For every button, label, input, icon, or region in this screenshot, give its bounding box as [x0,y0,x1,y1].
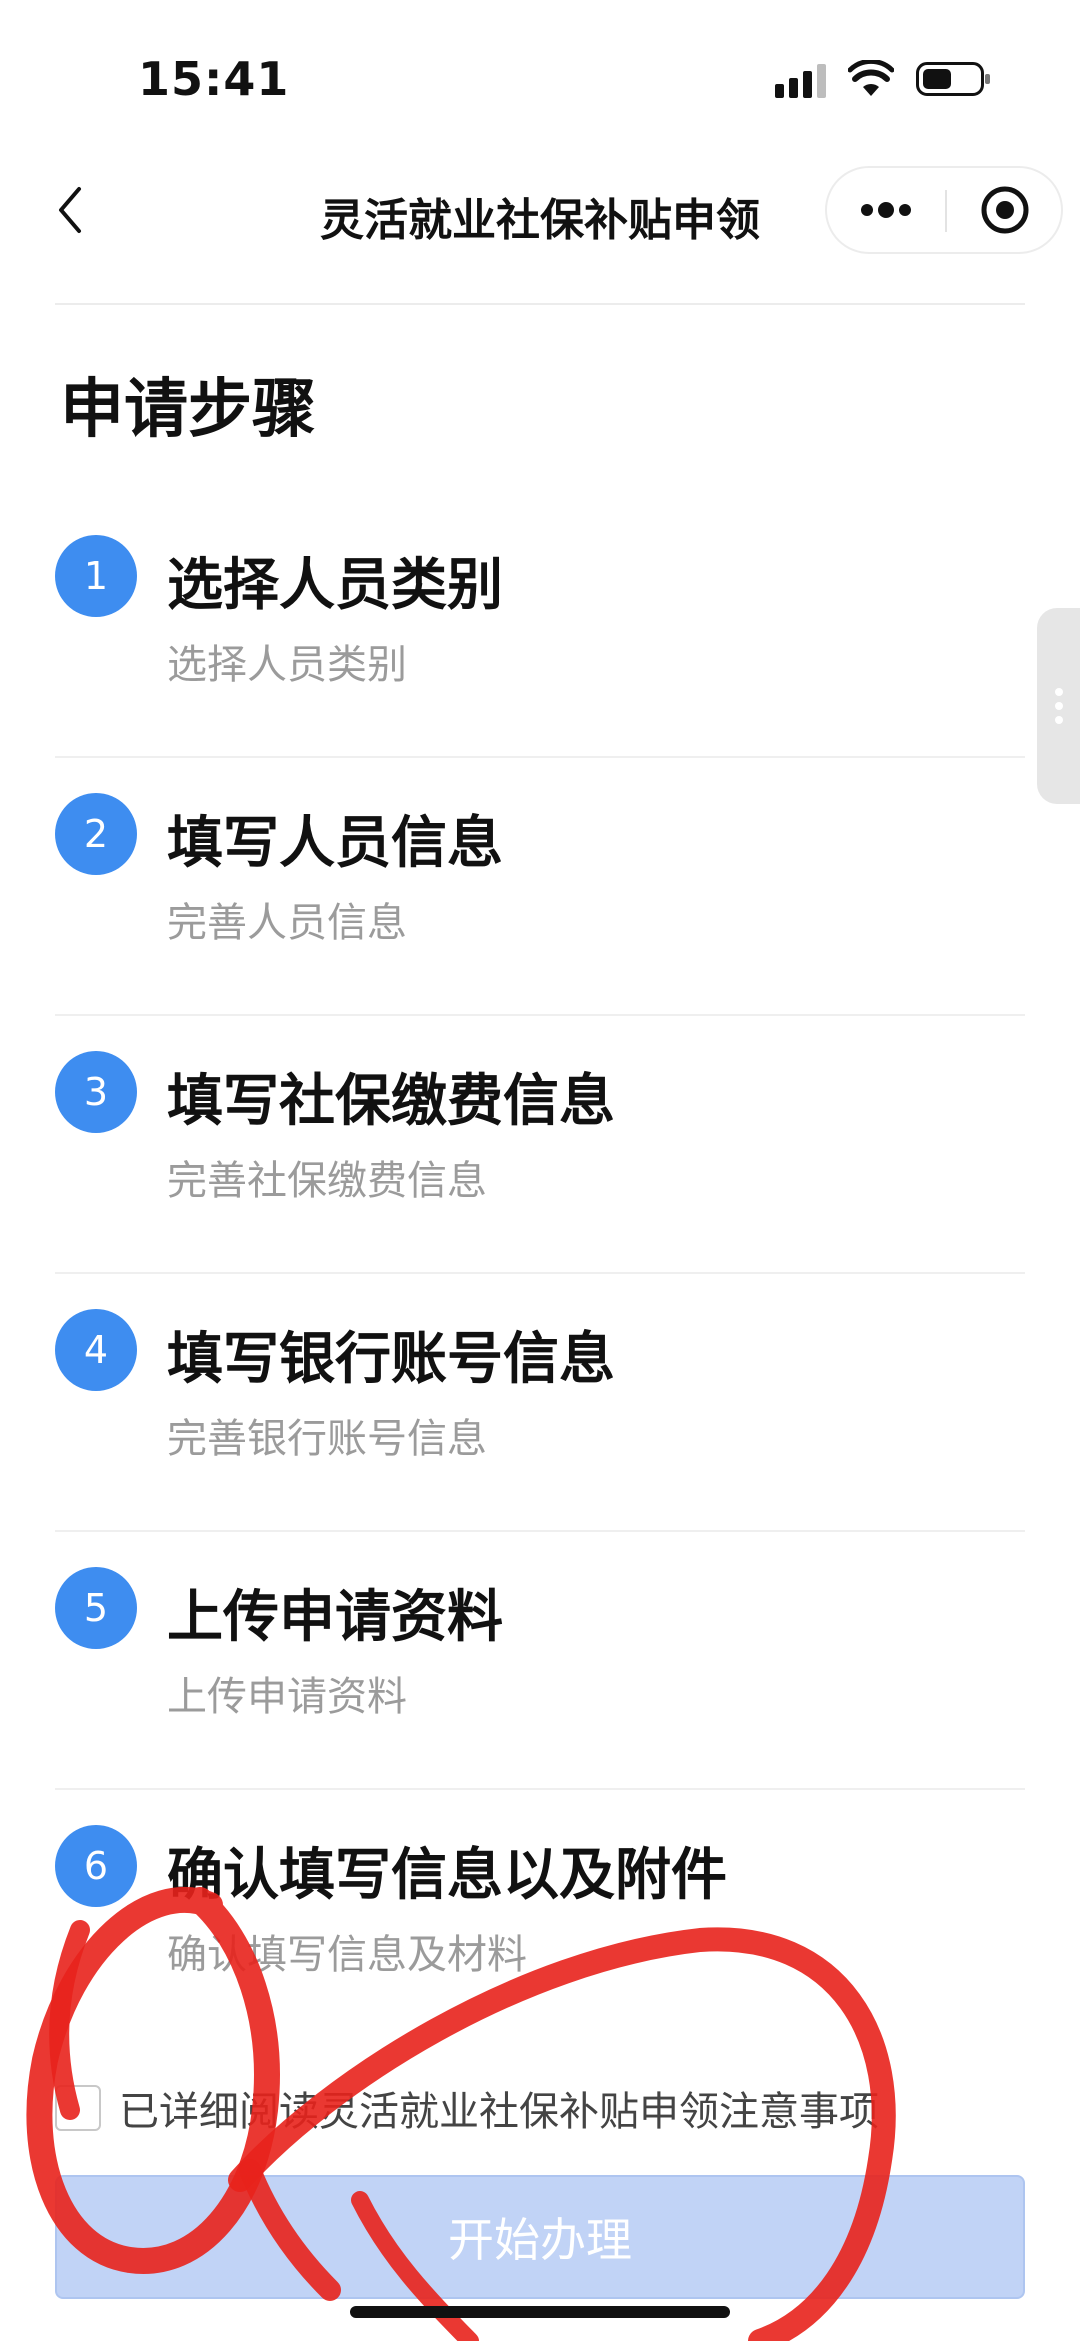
header-divider [55,303,1025,305]
section-title: 申请步骤 [60,373,316,447]
step-subtitle: 完善人员信息 [167,900,407,946]
agreement-checkbox[interactable] [55,2085,101,2131]
step-item: 2 填写人员信息 完善人员信息 [55,758,1025,1016]
step-subtitle: 完善社保缴费信息 [167,1158,487,1204]
status-time: 15:41 [138,52,290,106]
signal-icon [775,62,830,98]
close-circle-icon [981,186,1029,234]
step-subtitle: 上传申请资料 [167,1674,407,1720]
step-subtitle: 选择人员类别 [167,642,407,688]
home-indicator [350,2306,730,2318]
wifi-icon [848,60,894,96]
step-item: 1 选择人员类别 选择人员类别 [55,500,1025,758]
step-item: 5 上传申请资料 上传申请资料 [55,1532,1025,1790]
step-title: 填写人员信息 [167,811,503,876]
status-bar: 15:41 [0,0,1080,150]
battery-icon [916,62,990,96]
steps-list: 1 选择人员类别 选择人员类别 2 填写人员信息 完善人员信息 3 填写社保缴费… [55,500,1025,2048]
step-title: 上传申请资料 [167,1585,503,1650]
step-subtitle: 完善银行账号信息 [167,1416,487,1462]
close-button[interactable] [947,168,1063,252]
step-number-badge: 3 [55,1051,137,1133]
step-number-badge: 2 [55,793,137,875]
more-icon [861,202,911,218]
step-subtitle: 确认填写信息及材料 [167,1932,527,1978]
step-title: 填写银行账号信息 [167,1327,615,1392]
step-item: 4 填写银行账号信息 完善银行账号信息 [55,1274,1025,1532]
start-button[interactable]: 开始办理 [55,2175,1025,2299]
more-button[interactable] [827,168,945,252]
step-number-badge: 5 [55,1567,137,1649]
miniprogram-capsule [825,166,1063,254]
nav-bar: 灵活就业社保补贴申领 [0,150,1080,270]
step-number-badge: 6 [55,1825,137,1907]
step-title: 选择人员类别 [167,553,503,618]
step-number-badge: 4 [55,1309,137,1391]
step-title: 确认填写信息以及附件 [167,1843,727,1908]
step-number-badge: 1 [55,535,137,617]
step-item: 3 填写社保缴费信息 完善社保缴费信息 [55,1016,1025,1274]
agreement-row[interactable]: 已详细阅读灵活就业社保补贴申领注意事项 [55,2079,879,2137]
step-item: 6 确认填写信息以及附件 确认填写信息及材料 [55,1790,1025,2048]
step-title: 填写社保缴费信息 [167,1069,615,1134]
agreement-text[interactable]: 已详细阅读灵活就业社保补贴申领注意事项 [119,2079,879,2137]
side-drag-handle[interactable] [1037,608,1080,804]
